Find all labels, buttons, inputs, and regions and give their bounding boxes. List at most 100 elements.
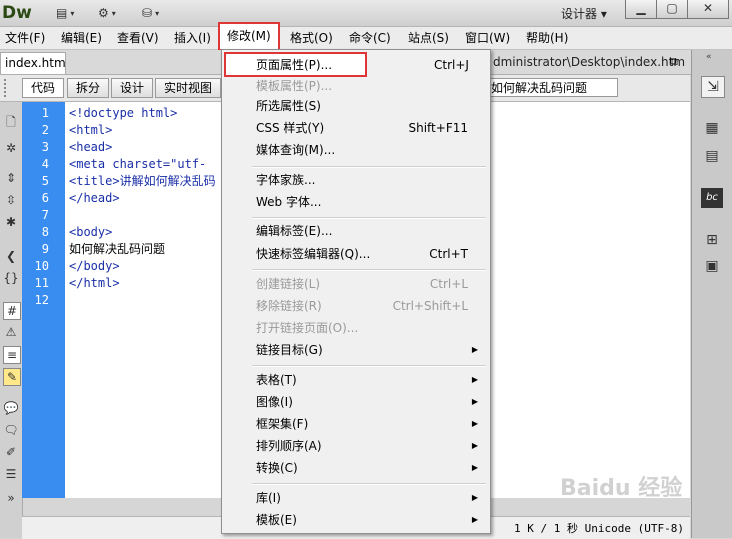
- collapse-selection-icon[interactable]: ⇳: [3, 192, 19, 208]
- menu-item-frameset[interactable]: 框架集(F) ▶: [224, 413, 488, 435]
- menu-item-convert[interactable]: 转换(C) ▶: [224, 457, 488, 479]
- menu-help[interactable]: 帮助(H): [526, 27, 568, 49]
- menu-item-shortcut: Shift+F11: [408, 121, 468, 135]
- title-bar: Dw ▤ ▾ ⚙ ▾ ⛁ ▾ 设计器 ▾ ▁ ▢ ✕: [0, 0, 732, 27]
- maximize-button[interactable]: ▢: [656, 0, 688, 19]
- menu-item-table[interactable]: 表格(T) ▶: [224, 369, 488, 391]
- expand-all-icon[interactable]: ✱: [3, 214, 19, 230]
- menu-item-label: 排列顺序(A): [256, 439, 322, 453]
- menu-item-label: 转换(C): [256, 461, 298, 475]
- menu-item-template-properties[interactable]: 模板属性(P)...: [224, 75, 488, 97]
- syntax-coloring-icon[interactable]: ✎: [3, 368, 21, 386]
- menu-item-shortcut: Ctrl+T: [429, 247, 468, 261]
- line-number-gutter: 1 2 3 4 5 6 7 8 9 10 11 12: [22, 102, 65, 498]
- menu-modify[interactable]: 修改(M): [218, 22, 280, 51]
- live-view-button[interactable]: 实时视图: [155, 78, 222, 98]
- menu-item-quick-tag-editor[interactable]: 快速标签编辑器(Q)... Ctrl+T: [224, 243, 488, 265]
- menu-window[interactable]: 窗口(W): [465, 27, 510, 49]
- menu-item-selection-properties[interactable]: 所选属性(S): [224, 95, 488, 117]
- line-numbers-icon[interactable]: #: [3, 302, 21, 320]
- menu-item-page-properties[interactable]: 页面属性(P)...: [224, 52, 367, 77]
- workspace-switcher[interactable]: 设计器 ▾: [561, 5, 607, 22]
- line-number: 11: [34, 276, 49, 290]
- menu-item-open-linked-page[interactable]: 打开链接页面(O)...: [224, 317, 488, 339]
- submenu-arrow-icon: ▶: [471, 515, 478, 524]
- files-panel-icon[interactable]: ⊞: [701, 230, 723, 250]
- menu-item-shortcut: Ctrl+Shift+L: [392, 299, 468, 313]
- menu-item-link-target[interactable]: 链接目标(G) ▶: [224, 339, 488, 361]
- menu-item-make-link[interactable]: 创建链接(L) Ctrl+L: [224, 273, 488, 295]
- menu-item-library[interactable]: 库(I) ▶: [224, 487, 488, 509]
- menu-item-label: Web 字体...: [256, 195, 322, 209]
- line-number: 2: [41, 123, 49, 137]
- menu-commands[interactable]: 命令(C): [349, 27, 391, 49]
- document-tab[interactable]: index.htm: [0, 52, 66, 74]
- menu-item-font-families[interactable]: 字体家族...: [224, 169, 488, 191]
- menu-item-arrange[interactable]: 排列顺序(A) ▶: [224, 435, 488, 457]
- code-line: <title>讲解如何解决乱码: [69, 174, 216, 188]
- expand-panels-icon[interactable]: «: [706, 52, 712, 62]
- apply-comment-icon[interactable]: 💬: [3, 400, 19, 416]
- open-documents-icon[interactable]: 🗋: [3, 114, 19, 130]
- menu-item-web-fonts[interactable]: Web 字体...: [224, 191, 488, 213]
- menu-bar: 文件(F) 编辑(E) 查看(V) 插入(I) 修改(M) 格式(O) 命令(C…: [0, 22, 732, 51]
- more-chevron-icon[interactable]: »: [3, 490, 19, 506]
- grip-icon: [4, 79, 20, 97]
- collapse-tag-icon[interactable]: ⇕: [3, 170, 19, 186]
- menu-insert[interactable]: 插入(I): [174, 27, 211, 49]
- coding-toolbar: 🗋 ✲ ⇕ ⇳ ✱ ❮ {} # ⚠ ≡ ✎ 💬 🗨 ✐ ☰ »: [0, 102, 23, 538]
- menu-separator: [252, 217, 486, 219]
- menu-site[interactable]: 站点(S): [408, 27, 449, 49]
- file-path: dministrator\Desktop\index.htm: [493, 55, 686, 69]
- recent-snippets-icon[interactable]: ☰: [3, 466, 19, 482]
- design-view-button[interactable]: 设计: [111, 78, 154, 98]
- business-catalyst-icon[interactable]: bc: [701, 188, 723, 208]
- menu-item-image[interactable]: 图像(I) ▶: [224, 391, 488, 413]
- line-number: 12: [34, 293, 49, 307]
- balance-braces-icon[interactable]: {}: [3, 270, 19, 286]
- menu-file[interactable]: 文件(F): [5, 27, 45, 49]
- menu-item-label: 所选属性(S): [256, 99, 321, 113]
- menu-item-label: 媒体查询(M)...: [256, 143, 336, 157]
- code-line: 如何解决乱码问题: [69, 242, 166, 256]
- menu-item-media-queries[interactable]: 媒体查询(M)...: [224, 139, 488, 161]
- css-styles-icon[interactable]: ▦: [701, 118, 723, 138]
- menu-item-label: 快速标签编辑器(Q)...: [256, 247, 371, 261]
- line-number: 1: [41, 106, 49, 120]
- site-icon[interactable]: ⛁ ▾: [142, 4, 159, 22]
- menu-separator: [252, 269, 486, 271]
- insert-panel-icon[interactable]: ⇲: [701, 76, 725, 98]
- menu-item-templates[interactable]: 模板(E) ▶: [224, 509, 488, 531]
- close-button[interactable]: ✕: [687, 0, 729, 19]
- remove-comment-icon[interactable]: 🗨: [3, 422, 19, 438]
- minimize-button[interactable]: ▁: [625, 0, 657, 19]
- menu-edit[interactable]: 编辑(E): [61, 27, 102, 49]
- highlight-invalid-code-icon[interactable]: ⚠: [3, 324, 19, 340]
- page-title-field[interactable]: 如何解决乱码问题: [488, 78, 618, 97]
- submenu-arrow-icon: ▶: [471, 493, 478, 502]
- code-line: </body>: [69, 259, 120, 273]
- ap-elements-icon[interactable]: ▤: [701, 146, 723, 166]
- menu-item-label: 库(I): [256, 491, 281, 505]
- line-number: 8: [41, 225, 49, 239]
- code-view-button[interactable]: 代码: [22, 78, 65, 98]
- word-wrap-icon[interactable]: ≡: [3, 346, 21, 364]
- wrap-tag-icon[interactable]: ✐: [3, 444, 19, 460]
- menu-separator: [252, 365, 486, 367]
- line-number: 7: [41, 208, 49, 222]
- menu-item-label: 表格(T): [256, 373, 297, 387]
- menu-item-css-styles[interactable]: CSS 样式(Y) Shift+F11: [224, 117, 488, 139]
- menu-format[interactable]: 格式(O): [290, 27, 333, 49]
- show-code-navigator-icon[interactable]: ✲: [3, 140, 19, 156]
- menu-view[interactable]: 查看(V): [117, 27, 159, 49]
- line-number: 9: [41, 242, 49, 256]
- gear-icon[interactable]: ⚙ ▾: [98, 4, 116, 22]
- menu-item-label: 字体家族...: [256, 173, 316, 187]
- layout-icon[interactable]: ▤ ▾: [56, 4, 74, 22]
- menu-item-remove-link[interactable]: 移除链接(R) Ctrl+Shift+L: [224, 295, 488, 317]
- split-view-button[interactable]: 拆分: [67, 78, 110, 98]
- menu-item-edit-tag[interactable]: 编辑标签(E)...: [224, 220, 488, 242]
- assets-panel-icon[interactable]: ▣: [701, 256, 723, 276]
- select-parent-tag-icon[interactable]: ❮: [3, 248, 19, 264]
- restore-icon[interactable]: ⧉: [670, 55, 678, 69]
